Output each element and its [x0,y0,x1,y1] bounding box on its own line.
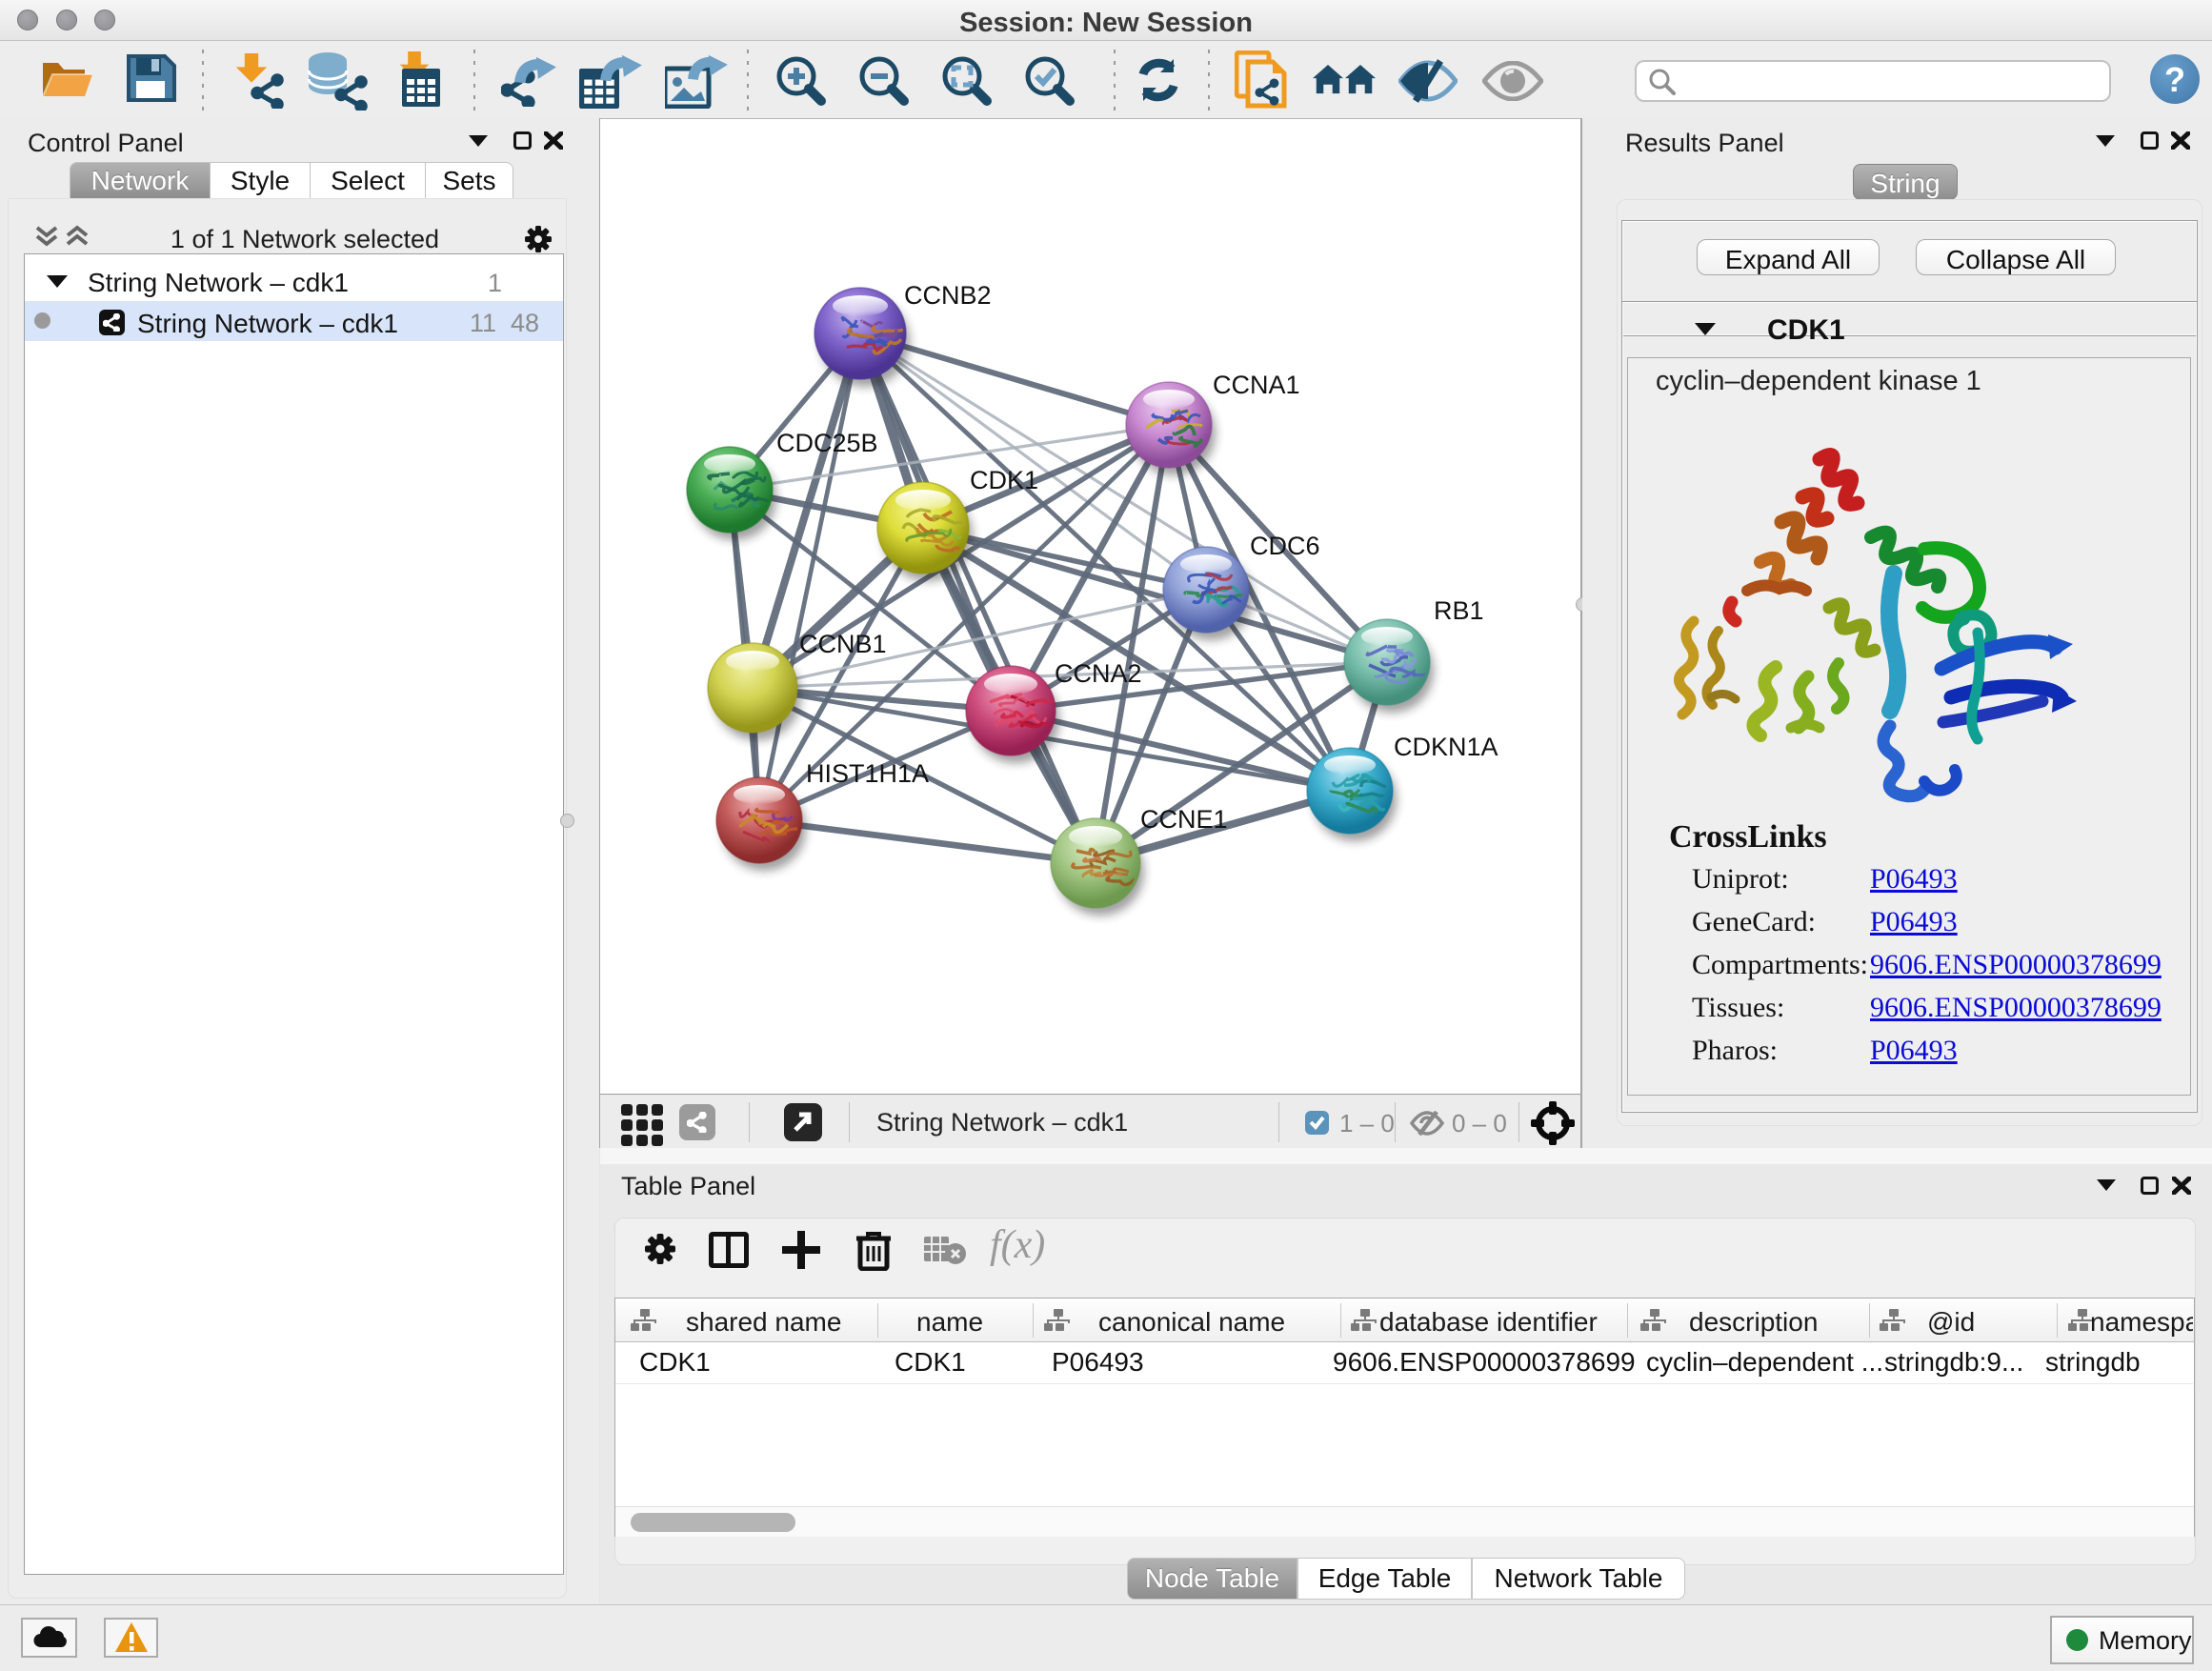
svg-text:CDK1: CDK1 [970,466,1038,494]
svg-text:CCNE1: CCNE1 [1140,805,1228,834]
svg-text:CDKN1A: CDKN1A [1394,733,1498,761]
svg-text:CCNA2: CCNA2 [1055,659,1142,688]
svg-text:HIST1H1A: HIST1H1A [806,759,929,788]
svg-text:CCNB2: CCNB2 [904,281,992,310]
svg-text:CDC25B: CDC25B [776,429,878,457]
svg-text:CDC6: CDC6 [1250,532,1320,560]
svg-text:CCNB1: CCNB1 [799,630,887,658]
svg-text:CCNA1: CCNA1 [1213,371,1300,399]
svg-text:RB1: RB1 [1434,596,1484,625]
